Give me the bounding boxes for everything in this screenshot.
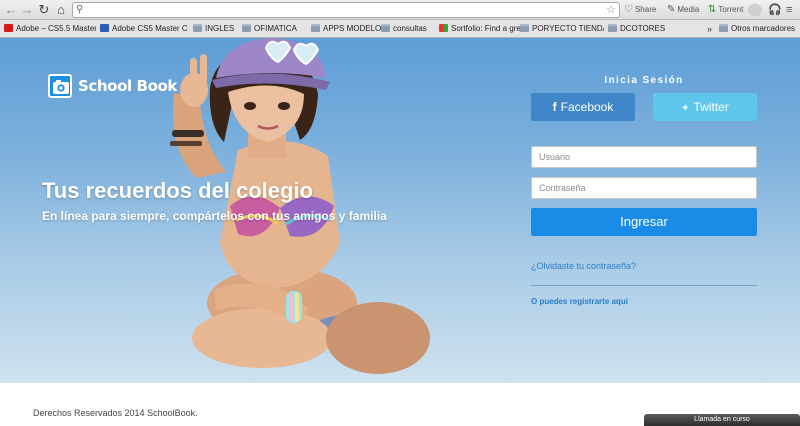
share-extension[interactable]: ♡ Share xyxy=(624,3,656,17)
address-bar[interactable]: ⚲ ☆ xyxy=(72,2,620,18)
bookmark-folder[interactable]: APPS MODELOS xyxy=(311,22,381,36)
bookmarks-bar: Adobe – CS5.5 Master... Adobe CS5 Master… xyxy=(0,20,800,38)
call-in-progress-bar[interactable]: Llamada en curso xyxy=(644,414,800,426)
headphones-icon[interactable]: 🎧 xyxy=(768,3,782,17)
bookmark-folder[interactable]: OFIMATICA xyxy=(242,22,306,36)
sortfolio-favicon xyxy=(439,24,448,32)
bookmark-folder[interactable]: PORYECTO TIENDA xyxy=(520,22,604,36)
username-input[interactable] xyxy=(531,146,757,168)
reload-icon[interactable]: ↻ xyxy=(37,2,51,18)
menu-icon[interactable]: ≡ xyxy=(786,3,792,17)
register-line: O puedes registrarte aquí xyxy=(531,297,628,306)
back-icon[interactable]: ← xyxy=(4,2,18,18)
register-link[interactable]: registrarte aquí xyxy=(570,297,628,306)
bookmark-folder[interactable]: INGLES xyxy=(193,22,238,36)
other-bookmarks-folder[interactable]: Otros marcadores xyxy=(719,22,799,36)
bookmark-star-icon[interactable]: ☆ xyxy=(606,3,616,17)
register-prefix: O puedes xyxy=(531,297,568,306)
password-input[interactable] xyxy=(531,177,757,199)
login-submit-button[interactable]: Ingresar xyxy=(531,208,757,236)
hero-subline: En línea para siempre, compártelos con t… xyxy=(42,209,387,223)
bookmark-folder[interactable]: DCOTORES xyxy=(608,22,672,36)
twitter-login-button[interactable]: ✦ Twitter xyxy=(653,93,757,121)
browser-toolbar: ← → ↻ ⌂ ⚲ ☆ ♡ Share ✎ Media ⇅ Torrent 🎧 ≡ xyxy=(0,0,800,20)
bookmark-folder[interactable]: consultas xyxy=(381,22,437,36)
media-extension[interactable]: ✎ Media xyxy=(667,3,699,17)
share-icon: ♡ xyxy=(624,4,633,15)
bookmark-item[interactable]: Adobe CS5 Master C... xyxy=(100,22,188,36)
login-divider xyxy=(531,285,757,286)
hero-section: School Book Tus recuerdos del colegio En… xyxy=(0,38,800,383)
twitter-bird-icon: ✦ xyxy=(681,103,690,114)
search-icon: ⚲ xyxy=(76,4,84,15)
folder-icon xyxy=(381,24,390,32)
hero-headline: Tus recuerdos del colegio xyxy=(42,178,313,203)
forward-icon[interactable]: → xyxy=(20,2,34,18)
folder-icon xyxy=(193,24,202,32)
camera-icon xyxy=(48,74,72,98)
facebook-icon: f xyxy=(552,100,557,114)
bookmarks-overflow-button[interactable]: » xyxy=(707,22,712,36)
home-icon[interactable]: ⌂ xyxy=(54,2,68,18)
bookmark-item[interactable]: Adobe – CS5.5 Master... xyxy=(4,22,96,36)
folder-icon xyxy=(608,24,617,32)
folder-icon xyxy=(520,24,529,32)
adobe-favicon xyxy=(4,24,13,32)
folder-icon xyxy=(311,24,320,32)
folder-icon xyxy=(719,24,728,32)
footer-copyright: Derechos Reservados 2014 SchoolBook. xyxy=(33,408,198,418)
tutsplus-favicon xyxy=(100,24,109,32)
toggle-icon[interactable] xyxy=(748,4,762,16)
facebook-login-button[interactable]: f Facebook xyxy=(531,93,635,121)
torrent-extension[interactable]: ⇅ Torrent xyxy=(708,3,743,17)
media-icon: ✎ xyxy=(667,4,676,15)
forgot-password-link[interactable]: ¿Olvidaste tu contraseña? xyxy=(531,261,636,271)
bookmark-item[interactable]: Sortfolio: Find a gre... xyxy=(439,22,523,36)
torrent-icon: ⇅ xyxy=(708,4,717,15)
folder-icon xyxy=(242,24,251,32)
login-title: Inicia Sesión xyxy=(604,75,684,86)
